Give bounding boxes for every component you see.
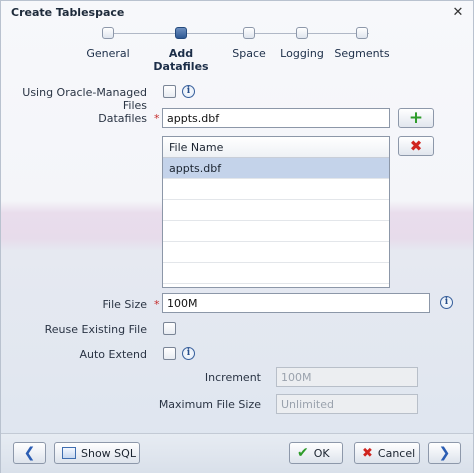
table-row[interactable]: appts.dbf bbox=[163, 158, 389, 179]
file-size-label: File Size bbox=[102, 298, 147, 311]
table-row[interactable] bbox=[163, 200, 389, 221]
create-tablespace-dialog: Create Tablespace ✕ General Add Datafile… bbox=[0, 0, 474, 473]
datafiles-input[interactable] bbox=[162, 108, 390, 128]
next-button[interactable]: ❯ bbox=[428, 442, 461, 464]
show-sql-button[interactable]: Show SQL bbox=[54, 442, 140, 464]
plus-icon: + bbox=[408, 107, 424, 128]
datafiles-table[interactable]: File Name appts.dbf bbox=[162, 136, 390, 288]
file-size-input[interactable] bbox=[162, 293, 430, 313]
reuse-checkbox[interactable] bbox=[163, 322, 176, 335]
train-step-general[interactable]: General bbox=[68, 25, 148, 60]
back-button[interactable]: ❮ bbox=[13, 442, 46, 464]
delete-icon: ✖ bbox=[409, 136, 423, 155]
table-row[interactable] bbox=[163, 242, 389, 263]
cancel-icon: ✖ bbox=[362, 445, 373, 461]
required-marker: * bbox=[154, 112, 160, 125]
omf-label: Using Oracle-Managed Files bbox=[22, 86, 147, 112]
increment-label: Increment bbox=[204, 371, 261, 384]
file-size-info-icon[interactable]: i bbox=[440, 296, 453, 309]
sql-icon bbox=[62, 447, 76, 459]
reuse-label: Reuse Existing File bbox=[44, 323, 147, 336]
train-step-dot-active[interactable] bbox=[175, 27, 187, 39]
max-file-size-label: Maximum File Size bbox=[158, 398, 261, 411]
train-step-label[interactable]: General bbox=[68, 47, 148, 60]
add-datafile-button[interactable]: + bbox=[398, 108, 434, 128]
table-header-file-name[interactable]: File Name bbox=[163, 137, 389, 158]
auto-extend-label: Auto Extend bbox=[79, 348, 147, 361]
remove-datafile-button[interactable]: ✖ bbox=[398, 136, 434, 156]
close-icon[interactable]: ✕ bbox=[449, 4, 467, 22]
chevron-right-icon: ❯ bbox=[438, 445, 451, 461]
chevron-left-icon: ❮ bbox=[23, 445, 36, 461]
button-bar: ❮ Show SQL ✔ OK ✖ Cancel ❯ bbox=[1, 433, 473, 473]
train-step-dot[interactable] bbox=[102, 27, 114, 39]
cancel-label: Cancel bbox=[377, 446, 416, 460]
ok-button[interactable]: ✔ OK bbox=[289, 442, 343, 464]
show-sql-label: Show SQL bbox=[81, 446, 136, 460]
increment-input[interactable] bbox=[276, 367, 418, 387]
table-row[interactable] bbox=[163, 179, 389, 200]
cancel-button[interactable]: ✖ Cancel bbox=[354, 442, 420, 464]
max-file-size-input[interactable] bbox=[276, 394, 418, 414]
train-step-dot[interactable] bbox=[296, 27, 308, 39]
auto-extend-info-icon[interactable]: i bbox=[182, 347, 195, 360]
table-row[interactable] bbox=[163, 263, 389, 284]
dialog-title: Create Tablespace bbox=[11, 6, 125, 19]
ok-label: OK bbox=[313, 446, 330, 460]
check-icon: ✔ bbox=[297, 445, 309, 461]
train-step-dot[interactable] bbox=[356, 27, 368, 39]
table-row[interactable] bbox=[163, 221, 389, 242]
auto-extend-checkbox[interactable] bbox=[163, 347, 176, 360]
omf-checkbox[interactable] bbox=[163, 85, 176, 98]
required-marker: * bbox=[154, 298, 160, 311]
title-bar: Create Tablespace ✕ bbox=[1, 1, 473, 25]
train-step-dot[interactable] bbox=[243, 27, 255, 39]
datafiles-label-text: Datafiles bbox=[98, 112, 147, 125]
omf-info-icon[interactable]: i bbox=[182, 85, 195, 98]
train-step-label[interactable]: Segments bbox=[322, 47, 402, 60]
wizard-train: General Add Datafiles Space Logging Segm… bbox=[81, 25, 402, 73]
datafiles-label: Datafiles bbox=[1, 112, 147, 125]
train-step-segments[interactable]: Segments bbox=[322, 25, 402, 60]
